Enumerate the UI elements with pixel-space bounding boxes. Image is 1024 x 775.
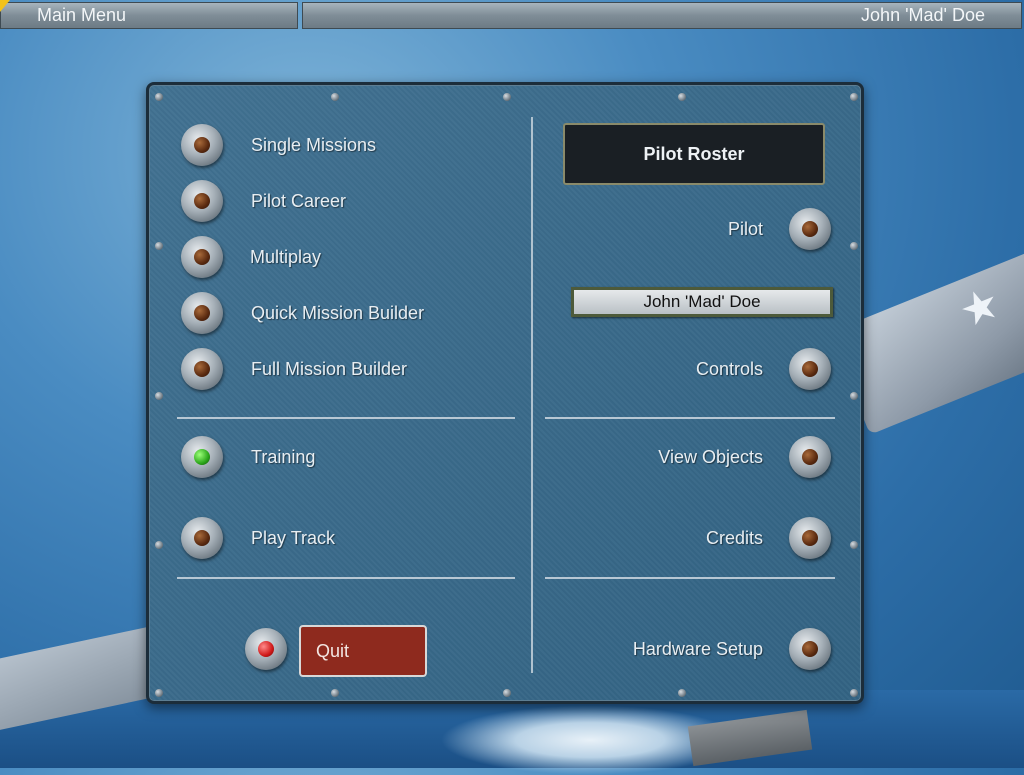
pilot-roster-title: Pilot Roster [563, 123, 825, 185]
rivet-icon [850, 541, 858, 549]
rivet-icon [155, 392, 163, 400]
menu-title-bar: Main Menu [0, 2, 298, 29]
current-pilot-bar: John 'Mad' Doe [302, 2, 1022, 29]
play-track-label[interactable]: Play Track [251, 527, 335, 549]
rivet-icon [331, 93, 339, 101]
top-bar: Main Menu John 'Mad' Doe [0, 0, 1024, 31]
pilot-career-button[interactable] [181, 180, 223, 222]
training-label[interactable]: Training [251, 446, 315, 468]
view-objects-button[interactable] [789, 436, 831, 478]
controls-label[interactable]: Controls [649, 358, 763, 380]
play-track-button[interactable] [181, 517, 223, 559]
credits-button[interactable] [789, 517, 831, 559]
rivet-icon [850, 93, 858, 101]
main-menu-panel: Single Missions Pilot Career Multiplay Q… [146, 82, 864, 704]
section-divider [177, 417, 515, 419]
rivet-icon [850, 242, 858, 250]
view-objects-label[interactable]: View Objects [609, 446, 763, 468]
section-divider [545, 417, 835, 419]
single-missions-label[interactable]: Single Missions [251, 134, 376, 156]
quick-mission-builder-button[interactable] [181, 292, 223, 334]
full-mission-builder-label[interactable]: Full Mission Builder [251, 358, 407, 380]
pilot-button[interactable] [789, 208, 831, 250]
rivet-icon [850, 392, 858, 400]
rivet-icon [850, 689, 858, 697]
multiplay-label[interactable]: Multiplay [250, 246, 321, 268]
rivet-icon [155, 242, 163, 250]
rivet-icon [155, 689, 163, 697]
hardware-setup-label[interactable]: Hardware Setup [569, 638, 763, 660]
credits-label[interactable]: Credits [649, 527, 763, 549]
section-divider [177, 577, 515, 579]
multiplay-button[interactable] [181, 236, 223, 278]
controls-button[interactable] [789, 348, 831, 390]
full-mission-builder-button[interactable] [181, 348, 223, 390]
rivet-icon [678, 689, 686, 697]
quit-light-button[interactable] [245, 628, 287, 670]
rivet-icon [331, 689, 339, 697]
rivet-icon [678, 93, 686, 101]
cursor-arrow-icon [0, 0, 10, 12]
pilot-label[interactable]: Pilot [669, 218, 763, 240]
rivet-icon [503, 93, 511, 101]
quick-mission-builder-label[interactable]: Quick Mission Builder [251, 302, 424, 324]
rivet-icon [503, 689, 511, 697]
training-button[interactable] [181, 436, 223, 478]
rivet-icon [155, 93, 163, 101]
section-divider [545, 577, 835, 579]
quit-button[interactable]: Quit [299, 625, 427, 677]
hardware-setup-button[interactable] [789, 628, 831, 670]
single-missions-button[interactable] [181, 124, 223, 166]
column-divider [531, 117, 533, 673]
pilot-career-label[interactable]: Pilot Career [251, 190, 346, 212]
rivet-icon [155, 541, 163, 549]
pilot-name-field[interactable]: John 'Mad' Doe [571, 287, 833, 317]
